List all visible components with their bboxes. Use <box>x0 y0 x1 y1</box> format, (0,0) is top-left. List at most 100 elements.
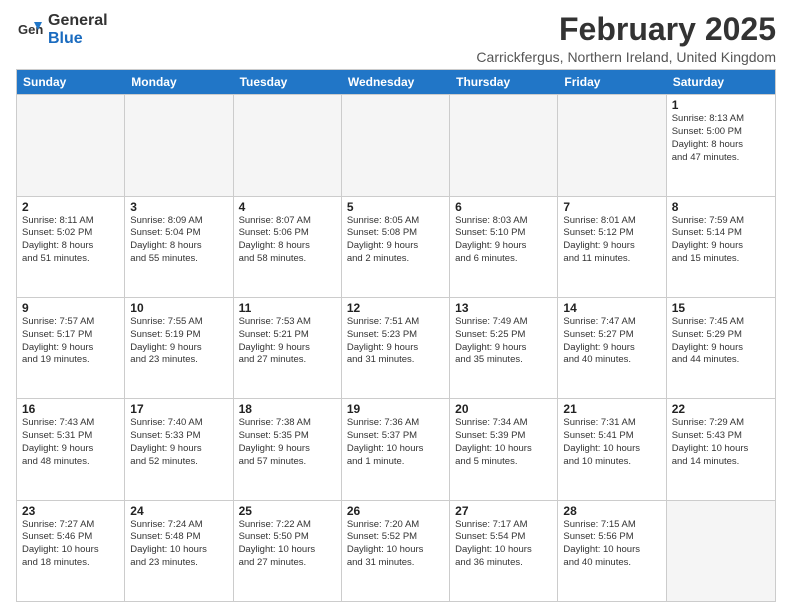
header: Gen General Blue February 2025 Carrickfe… <box>16 12 776 65</box>
logo-text: General Blue <box>48 12 108 47</box>
calendar-cell: 11Sunrise: 7:53 AM Sunset: 5:21 PM Dayli… <box>234 298 342 398</box>
header-day-monday: Monday <box>125 70 233 94</box>
day-info: Sunrise: 8:09 AM Sunset: 5:04 PM Dayligh… <box>130 215 227 266</box>
day-number: 21 <box>563 402 660 416</box>
day-info: Sunrise: 8:01 AM Sunset: 5:12 PM Dayligh… <box>563 215 660 266</box>
calendar-cell: 7Sunrise: 8:01 AM Sunset: 5:12 PM Daylig… <box>558 197 666 297</box>
day-info: Sunrise: 7:45 AM Sunset: 5:29 PM Dayligh… <box>672 316 770 367</box>
calendar-cell: 4Sunrise: 8:07 AM Sunset: 5:06 PM Daylig… <box>234 197 342 297</box>
day-number: 17 <box>130 402 227 416</box>
header-day-wednesday: Wednesday <box>342 70 450 94</box>
day-number: 1 <box>672 98 770 112</box>
day-number: 3 <box>130 200 227 214</box>
day-number: 18 <box>239 402 336 416</box>
header-day-saturday: Saturday <box>667 70 775 94</box>
day-number: 7 <box>563 200 660 214</box>
calendar-row-3: 16Sunrise: 7:43 AM Sunset: 5:31 PM Dayli… <box>17 398 775 499</box>
day-info: Sunrise: 7:34 AM Sunset: 5:39 PM Dayligh… <box>455 417 552 468</box>
day-info: Sunrise: 7:47 AM Sunset: 5:27 PM Dayligh… <box>563 316 660 367</box>
calendar-cell <box>234 95 342 195</box>
calendar-cell: 26Sunrise: 7:20 AM Sunset: 5:52 PM Dayli… <box>342 501 450 601</box>
day-number: 6 <box>455 200 552 214</box>
day-info: Sunrise: 7:38 AM Sunset: 5:35 PM Dayligh… <box>239 417 336 468</box>
calendar-cell: 13Sunrise: 7:49 AM Sunset: 5:25 PM Dayli… <box>450 298 558 398</box>
calendar-cell: 6Sunrise: 8:03 AM Sunset: 5:10 PM Daylig… <box>450 197 558 297</box>
day-number: 11 <box>239 301 336 315</box>
calendar-cell: 19Sunrise: 7:36 AM Sunset: 5:37 PM Dayli… <box>342 399 450 499</box>
day-number: 4 <box>239 200 336 214</box>
calendar-cell: 18Sunrise: 7:38 AM Sunset: 5:35 PM Dayli… <box>234 399 342 499</box>
location: Carrickfergus, Northern Ireland, United … <box>476 49 776 65</box>
day-number: 23 <box>22 504 119 518</box>
calendar-cell: 14Sunrise: 7:47 AM Sunset: 5:27 PM Dayli… <box>558 298 666 398</box>
calendar-cell: 24Sunrise: 7:24 AM Sunset: 5:48 PM Dayli… <box>125 501 233 601</box>
header-day-thursday: Thursday <box>450 70 558 94</box>
day-info: Sunrise: 7:29 AM Sunset: 5:43 PM Dayligh… <box>672 417 770 468</box>
calendar-body: 1Sunrise: 8:13 AM Sunset: 5:00 PM Daylig… <box>17 94 775 601</box>
day-info: Sunrise: 7:24 AM Sunset: 5:48 PM Dayligh… <box>130 519 227 570</box>
day-number: 20 <box>455 402 552 416</box>
calendar-cell: 16Sunrise: 7:43 AM Sunset: 5:31 PM Dayli… <box>17 399 125 499</box>
calendar-row-2: 9Sunrise: 7:57 AM Sunset: 5:17 PM Daylig… <box>17 297 775 398</box>
day-number: 24 <box>130 504 227 518</box>
calendar-cell <box>17 95 125 195</box>
day-info: Sunrise: 8:11 AM Sunset: 5:02 PM Dayligh… <box>22 215 119 266</box>
title-block: February 2025 Carrickfergus, Northern Ir… <box>476 12 776 65</box>
day-number: 25 <box>239 504 336 518</box>
day-number: 15 <box>672 301 770 315</box>
header-day-tuesday: Tuesday <box>234 70 342 94</box>
day-info: Sunrise: 7:51 AM Sunset: 5:23 PM Dayligh… <box>347 316 444 367</box>
day-number: 14 <box>563 301 660 315</box>
calendar-cell: 23Sunrise: 7:27 AM Sunset: 5:46 PM Dayli… <box>17 501 125 601</box>
calendar-cell: 22Sunrise: 7:29 AM Sunset: 5:43 PM Dayli… <box>667 399 775 499</box>
day-info: Sunrise: 8:03 AM Sunset: 5:10 PM Dayligh… <box>455 215 552 266</box>
day-info: Sunrise: 7:31 AM Sunset: 5:41 PM Dayligh… <box>563 417 660 468</box>
calendar-cell: 21Sunrise: 7:31 AM Sunset: 5:41 PM Dayli… <box>558 399 666 499</box>
day-number: 10 <box>130 301 227 315</box>
logo-icon: Gen <box>16 16 44 44</box>
calendar: SundayMondayTuesdayWednesdayThursdayFrid… <box>16 69 776 602</box>
day-info: Sunrise: 7:49 AM Sunset: 5:25 PM Dayligh… <box>455 316 552 367</box>
day-info: Sunrise: 7:53 AM Sunset: 5:21 PM Dayligh… <box>239 316 336 367</box>
calendar-cell: 10Sunrise: 7:55 AM Sunset: 5:19 PM Dayli… <box>125 298 233 398</box>
calendar-row-1: 2Sunrise: 8:11 AM Sunset: 5:02 PM Daylig… <box>17 196 775 297</box>
header-day-friday: Friday <box>558 70 666 94</box>
calendar-cell: 17Sunrise: 7:40 AM Sunset: 5:33 PM Dayli… <box>125 399 233 499</box>
day-info: Sunrise: 7:15 AM Sunset: 5:56 PM Dayligh… <box>563 519 660 570</box>
calendar-header: SundayMondayTuesdayWednesdayThursdayFrid… <box>17 70 775 94</box>
calendar-cell <box>342 95 450 195</box>
day-info: Sunrise: 7:55 AM Sunset: 5:19 PM Dayligh… <box>130 316 227 367</box>
day-info: Sunrise: 8:05 AM Sunset: 5:08 PM Dayligh… <box>347 215 444 266</box>
day-number: 22 <box>672 402 770 416</box>
calendar-cell <box>558 95 666 195</box>
day-number: 5 <box>347 200 444 214</box>
day-info: Sunrise: 8:13 AM Sunset: 5:00 PM Dayligh… <box>672 113 770 164</box>
day-number: 2 <box>22 200 119 214</box>
calendar-cell: 20Sunrise: 7:34 AM Sunset: 5:39 PM Dayli… <box>450 399 558 499</box>
day-number: 8 <box>672 200 770 214</box>
day-info: Sunrise: 7:17 AM Sunset: 5:54 PM Dayligh… <box>455 519 552 570</box>
calendar-row-0: 1Sunrise: 8:13 AM Sunset: 5:00 PM Daylig… <box>17 94 775 195</box>
day-number: 9 <box>22 301 119 315</box>
calendar-cell: 5Sunrise: 8:05 AM Sunset: 5:08 PM Daylig… <box>342 197 450 297</box>
header-day-sunday: Sunday <box>17 70 125 94</box>
day-info: Sunrise: 7:43 AM Sunset: 5:31 PM Dayligh… <box>22 417 119 468</box>
calendar-cell: 28Sunrise: 7:15 AM Sunset: 5:56 PM Dayli… <box>558 501 666 601</box>
day-number: 12 <box>347 301 444 315</box>
calendar-cell: 15Sunrise: 7:45 AM Sunset: 5:29 PM Dayli… <box>667 298 775 398</box>
calendar-cell: 8Sunrise: 7:59 AM Sunset: 5:14 PM Daylig… <box>667 197 775 297</box>
calendar-cell: 27Sunrise: 7:17 AM Sunset: 5:54 PM Dayli… <box>450 501 558 601</box>
calendar-cell: 25Sunrise: 7:22 AM Sunset: 5:50 PM Dayli… <box>234 501 342 601</box>
day-number: 19 <box>347 402 444 416</box>
calendar-row-4: 23Sunrise: 7:27 AM Sunset: 5:46 PM Dayli… <box>17 500 775 601</box>
day-info: Sunrise: 7:36 AM Sunset: 5:37 PM Dayligh… <box>347 417 444 468</box>
calendar-cell <box>450 95 558 195</box>
page: Gen General Blue February 2025 Carrickfe… <box>0 0 792 612</box>
calendar-cell: 12Sunrise: 7:51 AM Sunset: 5:23 PM Dayli… <box>342 298 450 398</box>
calendar-cell: 9Sunrise: 7:57 AM Sunset: 5:17 PM Daylig… <box>17 298 125 398</box>
calendar-cell <box>125 95 233 195</box>
day-info: Sunrise: 7:22 AM Sunset: 5:50 PM Dayligh… <box>239 519 336 570</box>
logo: Gen General Blue <box>16 12 108 47</box>
day-info: Sunrise: 7:57 AM Sunset: 5:17 PM Dayligh… <box>22 316 119 367</box>
day-number: 16 <box>22 402 119 416</box>
